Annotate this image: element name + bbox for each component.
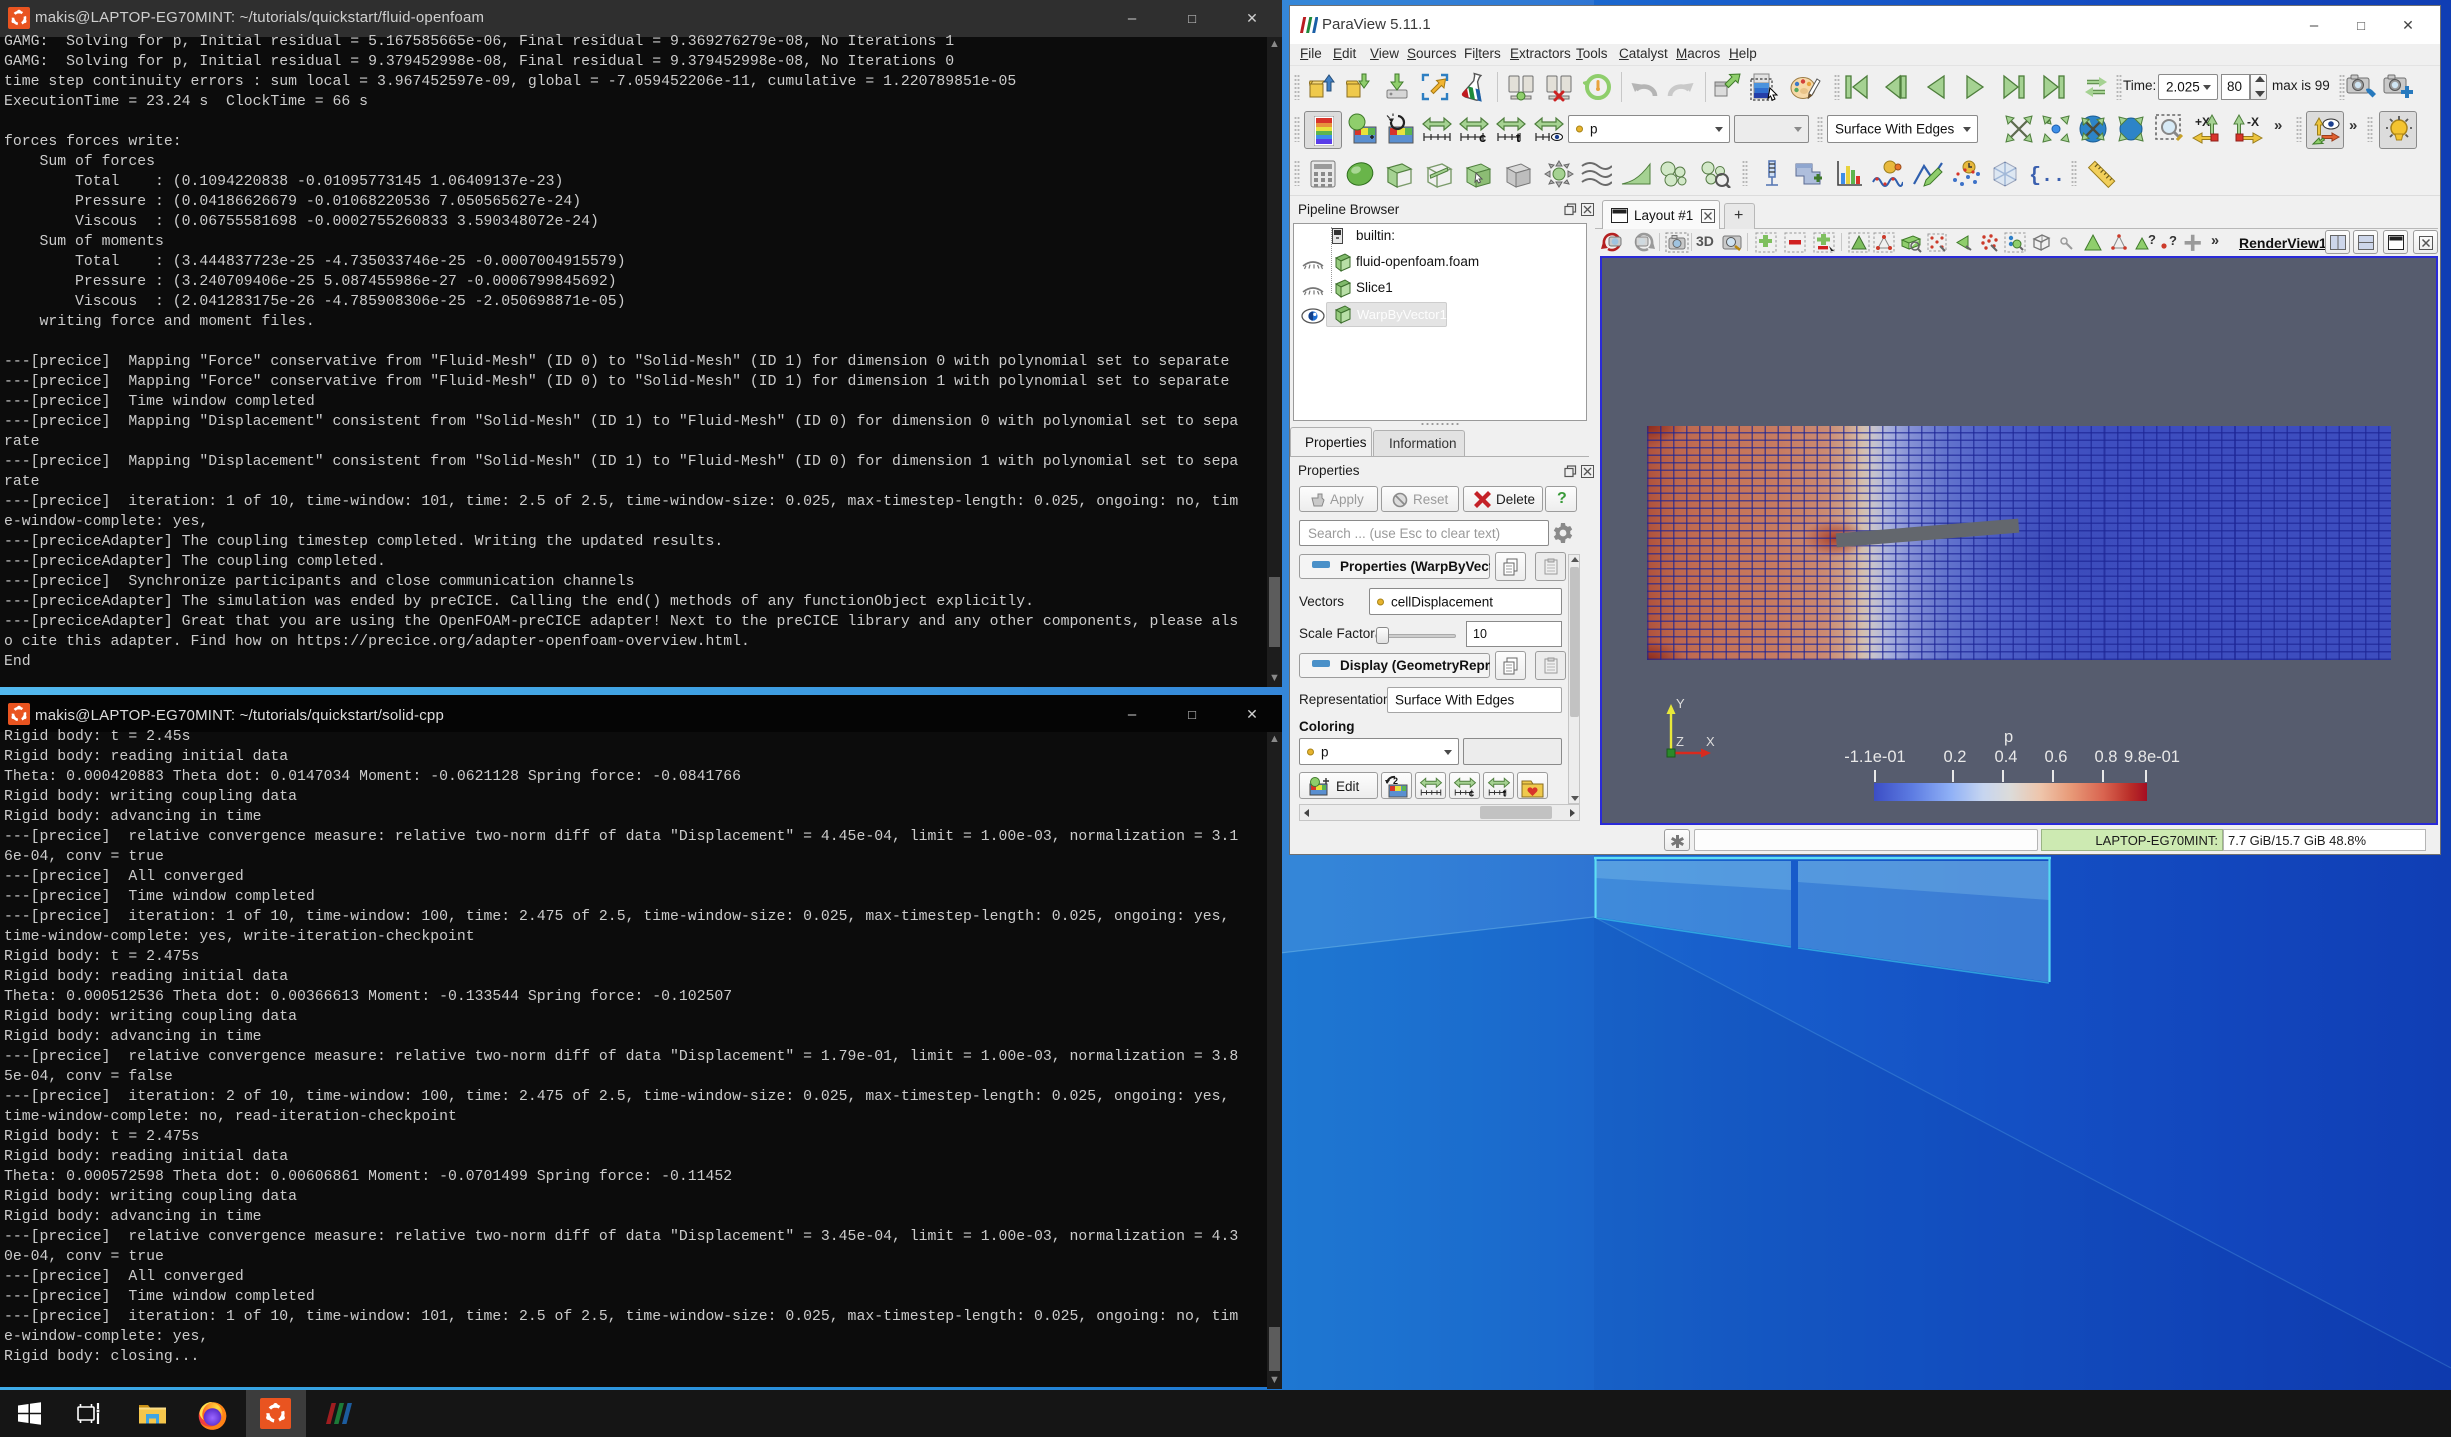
svg-text:c: c [1469,788,1475,797]
svg-text:Y: Y [1676,696,1685,711]
svg-text:c: c [1479,130,1486,143]
svg-text:{...}: {...} [2029,165,2062,188]
svg-text:2: 2 [1393,776,1398,786]
svg-text:?: ? [2148,232,2156,247]
svg-text:t: t [1516,130,1521,143]
svg-text:-X: -X [2247,115,2259,129]
svg-text:?: ? [2169,233,2177,248]
